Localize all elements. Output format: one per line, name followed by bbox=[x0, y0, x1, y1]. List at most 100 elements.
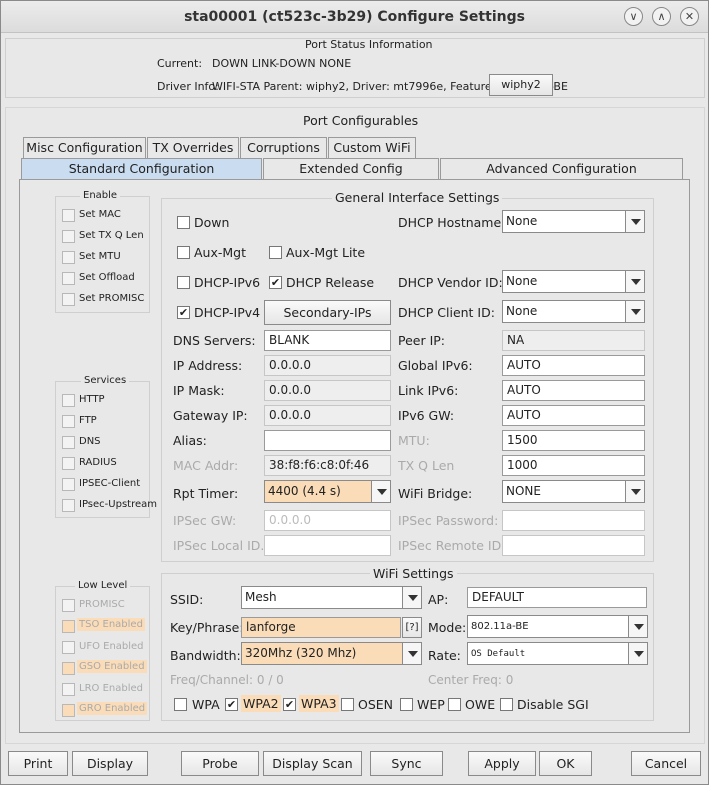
driver-info-label: Driver Info: bbox=[157, 80, 219, 93]
dhcp-vendor-label: DHCP Vendor ID: bbox=[398, 275, 503, 290]
parent-wiphy-button[interactable]: wiphy2 bbox=[489, 74, 553, 96]
disable-sgi-checkbox[interactable] bbox=[500, 698, 513, 711]
chevron-down-icon[interactable] bbox=[402, 587, 421, 608]
set-txq-checkbox[interactable] bbox=[62, 230, 75, 243]
dhcp-vendor-combo[interactable]: None bbox=[502, 270, 645, 293]
tab-misc-configuration[interactable]: Misc Configuration bbox=[23, 137, 146, 159]
chevron-down-icon[interactable] bbox=[625, 481, 644, 502]
set-mac-checkbox[interactable] bbox=[62, 209, 75, 222]
services-group-title: Services bbox=[81, 375, 130, 386]
wpa-checkbox[interactable] bbox=[174, 698, 187, 711]
apply-button[interactable]: Apply bbox=[468, 751, 536, 776]
gso-checkbox[interactable] bbox=[62, 662, 75, 675]
ok-button[interactable]: OK bbox=[539, 751, 592, 776]
ftp-checkbox[interactable] bbox=[62, 415, 75, 428]
dhcp-client-combo[interactable]: None bbox=[502, 300, 645, 323]
gateway-ip-field[interactable]: 0.0.0.0 bbox=[264, 405, 391, 426]
ip-address-field[interactable]: 0.0.0.0 bbox=[264, 355, 391, 376]
down-checkbox[interactable] bbox=[177, 216, 190, 229]
mode-value: 802.11a-BE bbox=[471, 621, 529, 632]
chevron-down-icon[interactable] bbox=[625, 301, 644, 322]
chevron-down-icon[interactable] bbox=[628, 643, 647, 664]
display-button[interactable]: Display bbox=[72, 751, 148, 776]
ipsec-password-field[interactable] bbox=[502, 510, 645, 531]
aux-mgt-checkbox[interactable] bbox=[177, 246, 190, 259]
mtu-field[interactable]: 1500 bbox=[502, 430, 645, 451]
alias-label: Alias: bbox=[173, 433, 207, 448]
wpa3-checkbox[interactable]: ✔ bbox=[283, 698, 296, 711]
ip-address-label: IP Address: bbox=[173, 358, 243, 373]
chevron-down-icon[interactable] bbox=[628, 616, 647, 637]
ipv6-gw-field[interactable]: AUTO bbox=[502, 405, 645, 426]
dhcp-release-checkbox[interactable]: ✔ bbox=[269, 276, 282, 289]
tab-tx-overrides[interactable]: TX Overrides bbox=[147, 137, 239, 159]
set-promisc-checkbox[interactable] bbox=[62, 293, 75, 306]
tab-corruptions[interactable]: Corruptions bbox=[240, 137, 327, 159]
dhcp-ipv4-checkbox[interactable]: ✔ bbox=[177, 306, 190, 319]
wep-checkbox[interactable] bbox=[400, 698, 413, 711]
mac-addr-label: MAC Addr: bbox=[173, 458, 239, 473]
wpa2-checkbox[interactable]: ✔ bbox=[225, 698, 238, 711]
minimize-button[interactable]: ∨ bbox=[624, 7, 643, 26]
dns-checkbox[interactable] bbox=[62, 436, 75, 449]
ufo-checkbox[interactable] bbox=[62, 641, 75, 654]
dhcp-ipv6-checkbox[interactable] bbox=[177, 276, 190, 289]
global-ipv6-field[interactable]: AUTO bbox=[502, 355, 645, 376]
cancel-button[interactable]: Cancel bbox=[631, 751, 701, 776]
set-offload-checkbox[interactable] bbox=[62, 272, 75, 285]
wifi-bridge-combo[interactable]: NONE bbox=[502, 480, 645, 503]
ufo-label: UFO Enabled bbox=[79, 641, 144, 652]
osen-checkbox[interactable] bbox=[341, 698, 354, 711]
maximize-button[interactable]: ∧ bbox=[652, 7, 671, 26]
tab-standard-configuration[interactable]: Standard Configuration bbox=[21, 158, 262, 180]
lro-label: LRO Enabled bbox=[79, 683, 143, 694]
secondary-ips-button[interactable]: Secondary-IPs bbox=[264, 300, 391, 325]
key-phrase-field[interactable]: lanforge bbox=[241, 617, 401, 638]
ipsec-remote-id-label: IPSec Remote ID.: bbox=[398, 538, 510, 553]
http-checkbox[interactable] bbox=[62, 394, 75, 407]
chevron-down-icon[interactable] bbox=[625, 271, 644, 292]
owe-checkbox[interactable] bbox=[448, 698, 461, 711]
probe-button[interactable]: Probe bbox=[181, 751, 259, 776]
chevron-down-icon[interactable] bbox=[625, 211, 644, 232]
rate-value: OS Default bbox=[471, 649, 526, 659]
tso-checkbox[interactable] bbox=[62, 620, 75, 633]
lro-checkbox[interactable] bbox=[62, 683, 75, 696]
ssid-combo[interactable]: Mesh bbox=[241, 586, 422, 609]
sync-button[interactable]: Sync bbox=[370, 751, 443, 776]
rpt-timer-combo[interactable]: 4400 (4.4 s) bbox=[264, 480, 391, 503]
ipsec-local-id-field[interactable] bbox=[264, 535, 391, 556]
ip-mask-field[interactable]: 0.0.0.0 bbox=[264, 380, 391, 401]
alias-field[interactable] bbox=[264, 430, 391, 451]
chevron-down-icon[interactable] bbox=[371, 481, 390, 502]
set-mtu-checkbox[interactable] bbox=[62, 251, 75, 264]
gro-checkbox[interactable] bbox=[62, 704, 75, 717]
down-label: Down bbox=[194, 215, 230, 230]
print-button[interactable]: Print bbox=[8, 751, 68, 776]
configure-settings-window: sta00001 (ct523c-3b29) Configure Setting… bbox=[0, 0, 709, 785]
peer-ip-field[interactable]: NA bbox=[502, 330, 645, 351]
tab-advanced-configuration[interactable]: Advanced Configuration bbox=[440, 158, 683, 180]
aux-mgt-lite-checkbox[interactable] bbox=[269, 246, 282, 259]
mac-addr-field[interactable]: 38:f8:f6:c8:0f:46 bbox=[264, 455, 391, 476]
rate-combo[interactable]: OS Default bbox=[467, 642, 648, 665]
mode-combo[interactable]: 802.11a-BE bbox=[467, 615, 648, 638]
ipsec-gw-field[interactable]: 0.0.0.0 bbox=[264, 510, 391, 531]
tx-q-len-field[interactable]: 1000 bbox=[502, 455, 645, 476]
dhcp-hostname-combo[interactable]: None bbox=[502, 210, 645, 233]
key-help-button[interactable]: [?] bbox=[402, 617, 422, 638]
link-ipv6-field[interactable]: AUTO bbox=[502, 380, 645, 401]
display-scan-button[interactable]: Display Scan bbox=[263, 751, 362, 776]
tab-extended-config[interactable]: Extended Config bbox=[263, 158, 439, 180]
ipsec-client-checkbox[interactable] bbox=[62, 478, 75, 491]
chevron-down-icon[interactable] bbox=[402, 643, 421, 664]
tab-custom-wifi[interactable]: Custom WiFi bbox=[328, 137, 416, 159]
radius-checkbox[interactable] bbox=[62, 457, 75, 470]
ipsec-upstream-checkbox[interactable] bbox=[62, 499, 75, 512]
close-button[interactable]: ✕ bbox=[680, 7, 699, 26]
ap-field[interactable]: DEFAULT bbox=[467, 587, 647, 608]
dns-servers-field[interactable]: BLANK bbox=[264, 330, 391, 351]
bandwidth-combo[interactable]: 320Mhz (320 Mhz) bbox=[241, 642, 422, 665]
ipsec-remote-id-field[interactable] bbox=[502, 535, 645, 556]
promisc-checkbox[interactable] bbox=[62, 599, 75, 612]
